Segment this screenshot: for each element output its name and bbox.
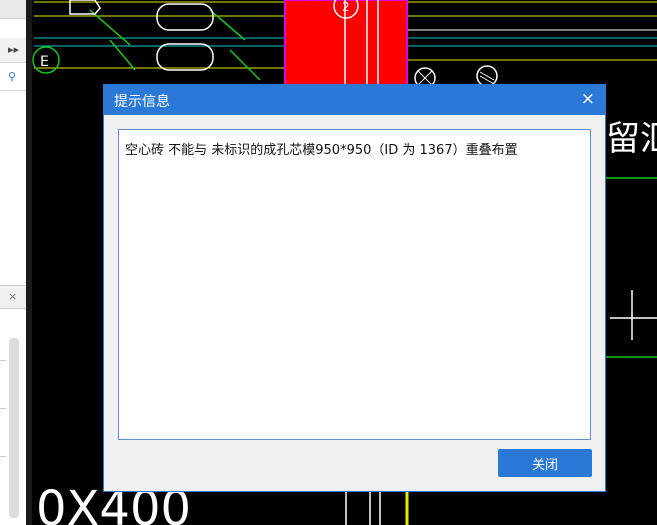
message-dialog: 提示信息 × 空心砖 不能与 未标识的成孔芯模950*950（ID 为 1367… — [103, 84, 606, 492]
left-panel-row[interactable]: ▸▸ — [0, 38, 26, 63]
cad-right-text: 留汇 — [606, 119, 657, 159]
expand-arrows-icon[interactable]: ▸▸ — [8, 43, 19, 56]
axis-marker-label: E — [40, 54, 49, 70]
panel-close-icon[interactable]: × — [8, 290, 17, 303]
scrollbar[interactable] — [9, 338, 19, 518]
dialog-title: 提示信息 — [114, 94, 170, 110]
close-button[interactable]: 关闭 — [498, 449, 592, 477]
left-panel-bottom-header: × — [0, 288, 26, 309]
message-textbox[interactable]: 空心砖 不能与 未标识的成孔芯模950*950（ID 为 1367）重叠布置 — [118, 129, 591, 440]
left-panel-header — [0, 0, 26, 19]
left-panel: ▸▸ ⚲ × — [0, 0, 27, 525]
left-panel-bottom: × — [0, 288, 26, 525]
top-axis-label: 2 — [342, 0, 350, 14]
left-panel-search-row[interactable]: ⚲ — [0, 66, 26, 91]
divider — [0, 360, 6, 361]
left-panel-top: ▸▸ ⚲ — [0, 0, 26, 286]
dialog-titlebar[interactable]: 提示信息 × — [104, 85, 605, 115]
message-text: 空心砖 不能与 未标识的成孔芯模950*950（ID 为 1367）重叠布置 — [125, 143, 518, 158]
search-icon[interactable]: ⚲ — [8, 70, 16, 83]
divider — [0, 408, 6, 409]
panel-splitter[interactable] — [26, 0, 32, 525]
divider — [0, 456, 6, 457]
dialog-close-icon[interactable]: × — [581, 89, 595, 109]
